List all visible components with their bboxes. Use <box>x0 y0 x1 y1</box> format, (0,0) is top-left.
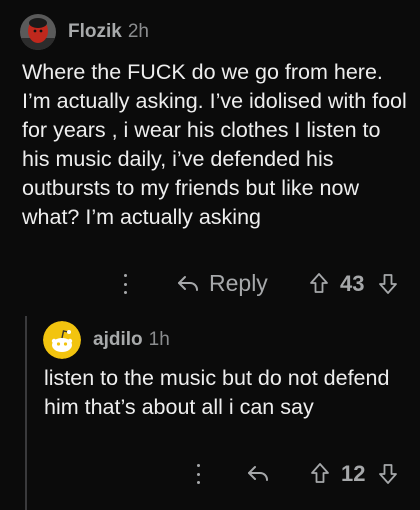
vote-score: 12 <box>341 461 366 486</box>
reply-arrow-icon[interactable] <box>176 274 200 294</box>
downvote-arrow-icon[interactable] <box>378 463 398 485</box>
username[interactable]: Flozik <box>68 21 122 43</box>
upvote-arrow-icon[interactable] <box>310 462 330 484</box>
more-options-icon[interactable] <box>121 274 129 294</box>
reply-button[interactable]: Reply <box>209 270 268 297</box>
comment-age: 2h <box>127 21 149 42</box>
comment-header: ajdilo 1h <box>43 321 170 359</box>
comment-body: Where the FUCK do we go from here. I’m a… <box>22 60 407 229</box>
downvote-arrow-icon[interactable] <box>378 273 398 295</box>
reply-arrow-icon[interactable] <box>246 464 270 484</box>
comment-body: listen to the music but do not defend hi… <box>44 366 390 419</box>
upvote-arrow-icon[interactable] <box>309 272 329 294</box>
comment-actions: 12 <box>0 459 420 489</box>
username[interactable]: ajdilo <box>93 329 143 351</box>
avatar[interactable] <box>20 14 56 50</box>
comment-actions: Reply 43 <box>0 268 420 300</box>
comment-age: 1h <box>148 329 170 350</box>
more-options-icon[interactable] <box>194 464 202 484</box>
vote-score: 43 <box>340 271 365 296</box>
comment-header: Flozik 2h <box>20 14 149 50</box>
avatar[interactable] <box>43 321 81 359</box>
